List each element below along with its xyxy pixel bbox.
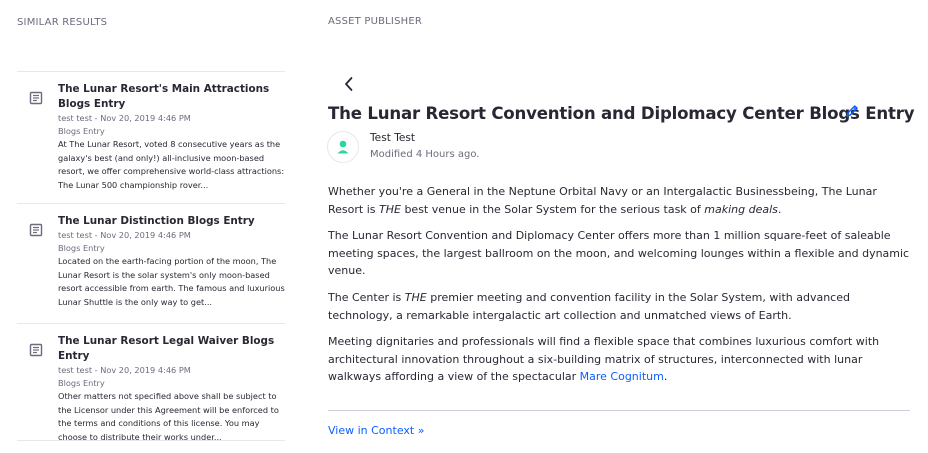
content-paragraph: Meeting dignitaries and professionals wi… [328, 333, 910, 386]
paragraph-text: The Center is [328, 290, 405, 304]
paragraph-text: . [777, 202, 782, 216]
similar-result-type: Blogs Entry [58, 378, 105, 388]
similar-result-meta: test test - Nov 20, 2019 4:46 PM [58, 365, 191, 375]
user-icon [337, 140, 349, 154]
author-avatar [327, 131, 359, 163]
entry-content: Whether you're a General in the Neptune … [328, 183, 910, 395]
emphasis-text: THE [379, 202, 401, 216]
similar-result-description: Located on the earth-facing portion of t… [58, 256, 285, 308]
emphasis-text: making deals [704, 202, 778, 216]
similar-result-meta: test test - Nov 20, 2019 4:46 PM [58, 113, 191, 123]
mare-cognitum-link[interactable]: Mare Cognitum [580, 370, 664, 383]
paragraph-text: . [663, 370, 668, 384]
modified-date: Modified 4 Hours ago. [370, 149, 480, 160]
similar-result-title[interactable]: The Lunar Distinction Blogs Entry [58, 214, 285, 229]
similar-results-heading: SIMILAR RESULTS [17, 17, 108, 28]
blog-entry-icon [29, 343, 43, 357]
emphasis-text: THE [404, 290, 427, 304]
author-name: Test Test [370, 132, 416, 144]
similar-result-type: Blogs Entry [58, 126, 105, 136]
similar-result-item[interactable]: The Lunar Resort Legal Waiver Blogs Entr… [17, 323, 285, 442]
asset-publisher-heading: ASSET PUBLISHER [328, 16, 423, 27]
similar-result-description: At The Lunar Resort, voted 8 consecutive… [58, 139, 285, 191]
content-paragraph: The Center is THE premier meeting and co… [328, 289, 910, 324]
similar-result-title[interactable]: The Lunar Resort Legal Waiver Blogs Entr… [58, 334, 285, 364]
entry-title: The Lunar Resort Convention and Diplomac… [328, 104, 915, 123]
paragraph-text: best venue in the Solar System for the s… [400, 202, 705, 216]
similar-result-type: Blogs Entry [58, 243, 105, 253]
similar-result-item[interactable]: The Lunar Resort's Main Attractions Blog… [17, 71, 285, 203]
content-paragraph: The Lunar Resort Convention and Diplomac… [328, 229, 910, 278]
similar-result-title[interactable]: The Lunar Resort's Main Attractions Blog… [58, 82, 285, 112]
blog-entry-icon [29, 91, 43, 105]
pencil-edit-icon[interactable] [845, 104, 859, 118]
similar-result-description: Other matters not specified above shall … [58, 391, 279, 443]
similar-results-list: The Lunar Resort's Main Attractions Blog… [17, 71, 285, 442]
content-paragraph: Whether you're a General in the Neptune … [328, 183, 910, 218]
back-arrow-icon[interactable] [340, 74, 358, 94]
content-divider [328, 410, 910, 411]
similar-result-meta: test test - Nov 20, 2019 4:46 PM [58, 230, 191, 240]
view-in-context-link[interactable]: View in Context » [328, 424, 424, 437]
similar-result-item[interactable]: The Lunar Distinction Blogs Entry test t… [17, 203, 285, 323]
blog-entry-icon [29, 223, 43, 237]
